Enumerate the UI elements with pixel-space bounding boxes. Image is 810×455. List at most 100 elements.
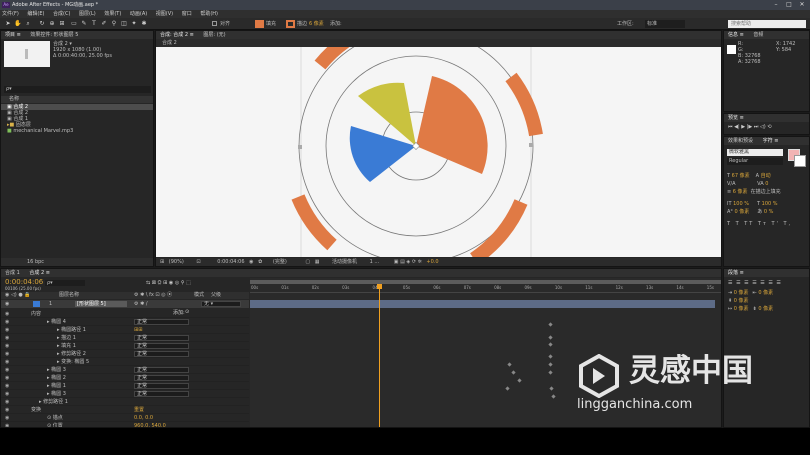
visibility-eye-icon[interactable]: ◉ [5, 414, 9, 422]
prev-frame-icon[interactable]: ◀| [734, 124, 740, 130]
property-label[interactable]: ▸ 填充 1 [57, 342, 76, 350]
timeline-property-row[interactable]: ◉ ▸ 椭圆 3 正常 [1, 390, 249, 398]
camera-view-select[interactable]: 活动摄像机 [332, 258, 357, 266]
puppet-tool-icon[interactable]: ✱ [140, 20, 148, 28]
visibility-eye-icon[interactable]: ◉ [5, 301, 9, 307]
timeline-property-row[interactable]: ◉ ▸ 描边 1 正常 [1, 334, 249, 342]
keyframe-marker[interactable] [548, 342, 553, 347]
menu-help[interactable]: 帮助(H) [200, 11, 218, 17]
property-label[interactable]: ▸ 变换: 椭圆 5 [57, 358, 89, 366]
timeline-property-row[interactable]: ◉ 变换 重置 [1, 406, 249, 414]
blend-mode-select[interactable]: 正常 [134, 351, 189, 357]
snap-checkbox[interactable] [212, 21, 217, 26]
menu-file[interactable]: 文件(F) [2, 11, 19, 17]
clone-tool-icon[interactable]: ⚲ [110, 20, 118, 28]
font-family-select[interactable]: 微软雅黑 [727, 149, 783, 156]
hand-tool-icon[interactable]: ✋ [14, 20, 22, 28]
play-icon[interactable]: ▶ [741, 124, 745, 130]
playhead-handle[interactable] [376, 284, 382, 289]
composition-viewer[interactable] [156, 47, 721, 257]
visibility-eye-icon[interactable]: ◉ [5, 366, 9, 374]
layer-label-color[interactable] [33, 301, 40, 307]
region-icon[interactable]: ▢ [305, 258, 310, 266]
layer-row[interactable]: ◉ 1 [形状图层 5] ⚙ ✱ / 无 ▾ [1, 300, 249, 308]
text-style-buttons[interactable]: T T TT Tт T' T, [727, 220, 809, 228]
tracking-value[interactable]: 0 [765, 181, 768, 187]
paragraph-align-buttons[interactable]: ☰ ☰ ☰ ☰ ☰ ☰ ☰ [724, 277, 809, 289]
magnification-icon[interactable]: ⊞ [160, 258, 164, 266]
space-before-value[interactable]: 0 像素 [734, 298, 749, 304]
menu-animation[interactable]: 动画(A) [130, 11, 147, 17]
keyframe-marker[interactable] [548, 354, 553, 359]
tsume-value[interactable]: 0 % [764, 209, 774, 215]
visibility-eye-icon[interactable]: ◉ [5, 406, 9, 414]
breadcrumb-comp2[interactable]: 合成 2 [162, 40, 177, 46]
vertical-scale-value[interactable]: 100 % [733, 201, 749, 207]
blend-mode-select[interactable]: 正常 [134, 335, 189, 341]
camera-tool-icon[interactable]: ⊕ [48, 20, 56, 28]
menu-window[interactable]: 窗口 [182, 11, 192, 17]
keyframe-marker[interactable] [511, 370, 516, 375]
timeline-property-row[interactable]: ◉ ▸ 椭圆 3 正常 [1, 366, 249, 374]
selection-tool-icon[interactable]: ➤ [4, 20, 12, 28]
property-label[interactable]: ▸ 椭圆 4 [47, 318, 66, 326]
visibility-eye-icon[interactable]: ◉ [5, 326, 9, 334]
text-stroke-color-swatch[interactable] [794, 155, 806, 167]
visibility-eye-icon[interactable]: ◉ [5, 398, 9, 406]
visibility-eye-icon[interactable]: ◉ [5, 318, 9, 326]
rectangle-tool-icon[interactable]: ▭ [70, 20, 78, 28]
transparency-grid-icon[interactable]: ▦ [315, 258, 320, 266]
keyframe-marker[interactable] [548, 335, 553, 340]
mode-header[interactable]: 模式 [194, 292, 204, 299]
tab-project[interactable]: 项目 ≡ [5, 32, 21, 38]
blend-mode-select[interactable]: 正常 [134, 343, 189, 349]
close-button[interactable]: ✕ [796, 1, 808, 9]
minimize-button[interactable]: – [770, 1, 782, 9]
first-frame-icon[interactable]: ⏮ [728, 124, 733, 130]
blend-mode-select[interactable]: 正常 [134, 383, 189, 389]
menu-edit[interactable]: 编辑(E) [27, 11, 44, 17]
property-label[interactable]: ▸ 椭圆 3 [47, 366, 66, 374]
playhead[interactable] [376, 284, 382, 427]
timeline-property-row[interactable]: ◉ 内容 [1, 310, 249, 318]
property-label[interactable]: ▸ 描边 1 [57, 334, 76, 342]
property-value[interactable]: 重置 [134, 406, 144, 414]
bounding-handle-right[interactable] [529, 143, 533, 147]
timeline-property-row[interactable]: ◉ ▸ 变换: 椭圆 5 [1, 358, 249, 366]
tab-layer[interactable]: 图层: (无) [203, 32, 225, 38]
keyframe-marker[interactable] [505, 386, 510, 391]
blend-mode-select[interactable]: 正常 [134, 391, 189, 397]
property-label[interactable]: ▸ 椭圆路径 1 [57, 326, 86, 334]
timeline-property-row[interactable]: ◉ ▸ 椭圆路径 1 ⊞⊞ [1, 326, 249, 334]
timeline-property-row[interactable]: ◉ ▸ 修剪路径 1 [1, 398, 249, 406]
project-search-input[interactable]: ρ▾ [4, 86, 151, 93]
property-label[interactable]: ▸ 椭圆 3 [47, 390, 66, 398]
zoom-tool-icon[interactable]: ⌕ [24, 20, 32, 28]
keyframe-marker[interactable] [517, 378, 522, 383]
bounding-handle-left[interactable] [298, 145, 302, 149]
loop-icon[interactable]: ⟲ [767, 124, 771, 130]
keyframe-marker[interactable] [507, 362, 512, 367]
layer-name-header[interactable]: 图层名称 [59, 292, 79, 299]
tab-comp2[interactable]: 合成 2 ≡ [29, 270, 50, 276]
roto-brush-tool-icon[interactable]: ✦ [130, 20, 138, 28]
visibility-eye-icon[interactable]: ◉ [5, 358, 9, 366]
visibility-eye-icon[interactable]: ◉ [5, 350, 9, 358]
pan-behind-tool-icon[interactable]: ⊞ [58, 20, 66, 28]
exposure-value[interactable]: +0.0 [426, 258, 438, 266]
tab-comp1[interactable]: 合成 1 [5, 270, 20, 276]
visibility-eye-icon[interactable]: ◉ [5, 382, 9, 390]
timeline-property-row[interactable]: ◉ ▸ 椭圆 4 正常 [1, 318, 249, 326]
tab-info[interactable]: 信息 ≡ [728, 32, 744, 38]
blend-mode-select[interactable]: 正常 [134, 367, 189, 373]
workspace-select[interactable]: 标准 [645, 20, 685, 28]
audio-icon[interactable]: ◁) [760, 124, 766, 130]
property-label[interactable]: 变换 [31, 406, 41, 414]
indent-left-value[interactable]: 0 像素 [734, 290, 749, 296]
menu-view[interactable]: 视图(V) [156, 11, 173, 17]
type-tool-icon[interactable]: T [90, 20, 98, 28]
keyframe-marker[interactable] [548, 370, 553, 375]
grid-icon[interactable]: ⊡ [196, 258, 200, 266]
menu-composition[interactable]: 合成(C) [53, 11, 70, 17]
menu-effect[interactable]: 效果(T) [104, 11, 121, 17]
